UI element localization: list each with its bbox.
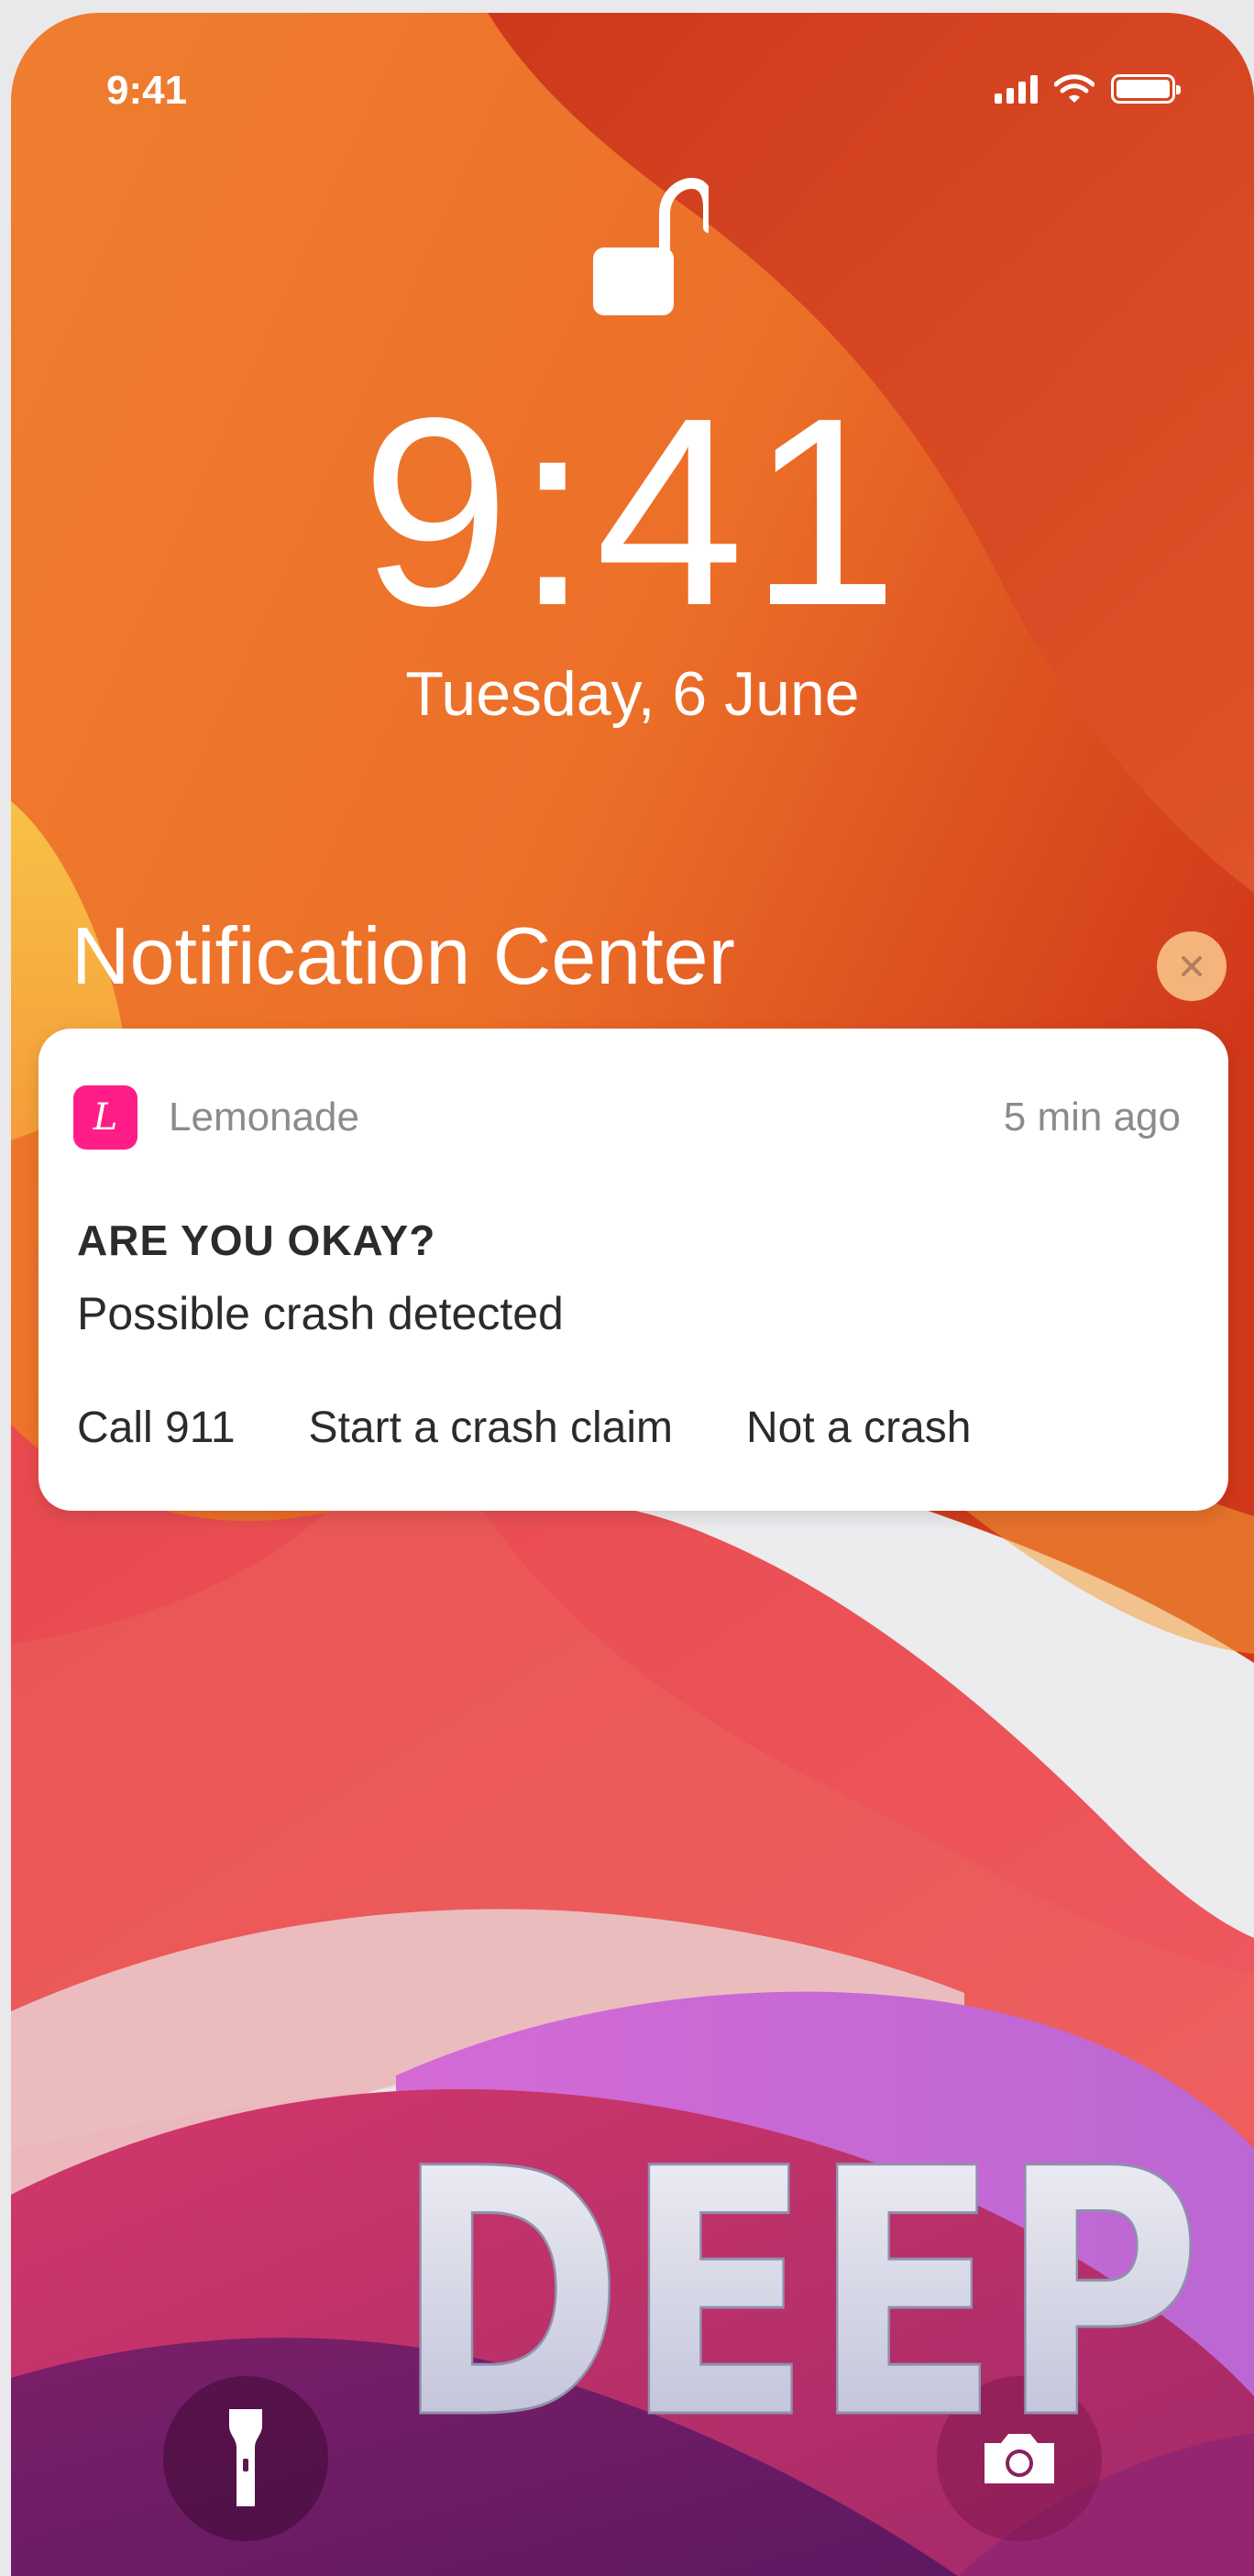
cellular-signal-icon [995,74,1038,104]
notification-timestamp: 5 min ago [1003,1095,1181,1139]
unlocked-padlock-icon [593,177,709,315]
call-911-button[interactable]: Call 911 [77,1403,236,1453]
status-icons [995,73,1181,105]
notification-actions: Call 911 Start a crash claim Not a crash [77,1403,971,1453]
notification-app-name: Lemonade [169,1095,359,1139]
wifi-icon [1054,74,1094,103]
not-a-crash-button[interactable]: Not a crash [746,1403,971,1453]
lock-screen-date: Tuesday, 6 June [405,659,860,729]
notification-card[interactable]: L Lemonade 5 min ago ARE YOU OKAY? Possi… [38,1029,1228,1511]
flashlight-icon [229,2409,262,2506]
battery-level [1116,80,1170,98]
notification-body: Possible crash detected [77,1288,564,1339]
deep-watermark: DEEP [394,2118,1204,2448]
notification-center-title: Notification Center [72,910,735,1001]
lock-screen-clock: 9:41 [360,362,905,661]
clear-notifications-button[interactable] [1157,931,1226,1001]
flashlight-button[interactable] [163,2376,328,2541]
lemonade-app-icon: L [73,1085,138,1150]
status-time: 9:41 [106,68,188,113]
battery-icon [1111,74,1181,104]
watermark-text: DEEP [395,2118,1202,2448]
notification-title: ARE YOU OKAY? [77,1216,436,1264]
status-bar: 9:41 [11,13,1254,160]
start-crash-claim-button[interactable]: Start a crash claim [309,1403,673,1453]
close-icon [1182,956,1202,976]
screenshot-page: 9:41 9:41 Tuesday, 6 June Notification C… [0,0,1254,2576]
